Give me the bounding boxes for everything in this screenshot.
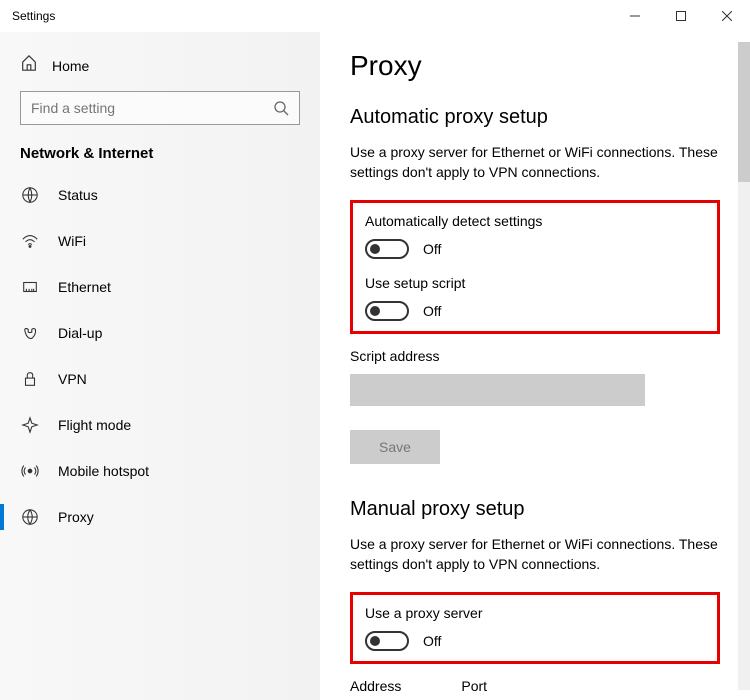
scrollbar[interactable] — [738, 42, 750, 690]
sidebar-item-label: Mobile hotspot — [58, 463, 149, 479]
script-toggle[interactable] — [365, 301, 409, 321]
script-state: Off — [423, 303, 441, 319]
use-proxy-label: Use a proxy server — [365, 605, 705, 621]
maximize-button[interactable] — [658, 0, 704, 32]
highlight-manual: Use a proxy server Off — [350, 592, 720, 664]
page-title: Proxy — [350, 50, 720, 82]
sidebar-item-label: Proxy — [58, 509, 94, 525]
home-label: Home — [52, 58, 89, 74]
use-proxy-toggle[interactable] — [365, 631, 409, 651]
dialup-icon — [20, 324, 40, 342]
main-content: Proxy Automatic proxy setup Use a proxy … — [320, 32, 750, 700]
auto-heading: Automatic proxy setup — [350, 106, 720, 129]
search-input[interactable] — [21, 100, 299, 116]
script-address-input — [350, 374, 645, 406]
use-proxy-state: Off — [423, 633, 441, 649]
search-icon — [273, 100, 289, 121]
manual-description: Use a proxy server for Ethernet or WiFi … — [350, 535, 720, 574]
sidebar-item-ethernet[interactable]: Ethernet — [0, 264, 320, 310]
status-icon — [20, 186, 40, 204]
sidebar-item-label: Status — [58, 187, 98, 203]
sidebar-item-label: WiFi — [58, 233, 86, 249]
sidebar-item-wifi[interactable]: WiFi — [0, 218, 320, 264]
window-controls — [612, 0, 750, 32]
vpn-icon — [20, 370, 40, 388]
airplane-icon — [20, 416, 40, 434]
manual-heading: Manual proxy setup — [350, 498, 720, 521]
sidebar-item-label: VPN — [58, 371, 87, 387]
proxy-icon — [20, 508, 40, 526]
sidebar-item-label: Dial-up — [58, 325, 102, 341]
detect-label: Automatically detect settings — [365, 213, 705, 229]
port-label: Port — [461, 678, 487, 694]
search-box[interactable] — [20, 91, 300, 125]
save-button: Save — [350, 430, 440, 464]
sidebar: Home Network & Internet Status WiFi Ethe… — [0, 32, 320, 700]
sidebar-item-proxy[interactable]: Proxy — [0, 494, 320, 540]
minimize-button[interactable] — [612, 0, 658, 32]
sidebar-item-label: Ethernet — [58, 279, 111, 295]
detect-state: Off — [423, 241, 441, 257]
scroll-thumb[interactable] — [738, 42, 750, 182]
hotspot-icon — [20, 462, 40, 480]
sidebar-item-dialup[interactable]: Dial-up — [0, 310, 320, 356]
script-label: Use setup script — [365, 275, 705, 291]
window-title: Settings — [12, 9, 55, 23]
sidebar-item-flight[interactable]: Flight mode — [0, 402, 320, 448]
sidebar-item-label: Flight mode — [58, 417, 131, 433]
sidebar-item-vpn[interactable]: VPN — [0, 356, 320, 402]
close-button[interactable] — [704, 0, 750, 32]
home-link[interactable]: Home — [0, 50, 320, 91]
script-address-label: Script address — [350, 348, 720, 364]
home-icon — [20, 54, 38, 77]
sidebar-section-title: Network & Internet — [0, 145, 320, 172]
wifi-icon — [20, 232, 40, 250]
auto-description: Use a proxy server for Ethernet or WiFi … — [350, 143, 720, 182]
detect-toggle[interactable] — [365, 239, 409, 259]
sidebar-item-status[interactable]: Status — [0, 172, 320, 218]
highlight-auto: Automatically detect settings Off Use se… — [350, 200, 720, 334]
address-label: Address — [350, 678, 401, 694]
sidebar-item-hotspot[interactable]: Mobile hotspot — [0, 448, 320, 494]
ethernet-icon — [20, 278, 40, 296]
